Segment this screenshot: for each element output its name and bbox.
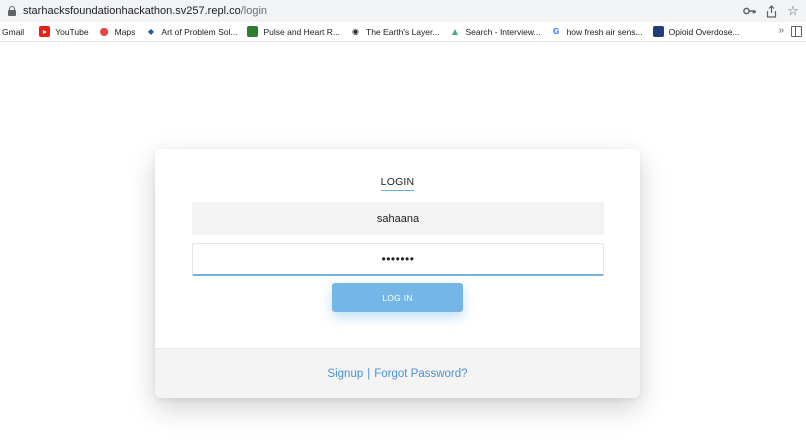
search-site-icon: ▲ <box>451 27 459 36</box>
bookmark-fresh-air[interactable]: Ghow fresh air sens... <box>551 22 648 41</box>
bookmark-earth-layers[interactable]: ◉ The Earth's Layer... <box>350 22 444 41</box>
bookmark-maps[interactable]: ⬤ Maps <box>99 22 141 41</box>
bookmark-label: Art of Problem Sol... <box>161 26 238 37</box>
login-title: LOGIN <box>155 176 640 191</box>
bookmark-search-interview[interactable]: ▲ Search - Interview... <box>449 22 545 41</box>
youtube-icon <box>39 26 51 37</box>
link-separator: | <box>367 367 371 380</box>
bookmark-youtube[interactable]: YouTube <box>39 22 93 41</box>
key-icon[interactable] <box>742 3 756 19</box>
reading-list-icon[interactable] <box>791 26 802 37</box>
page-body: LOGIN LOG IN Signup | Forgot Password? <box>0 43 806 440</box>
aops-icon: ◆ <box>147 27 154 36</box>
bookmark-label: The Earth's Layer... <box>366 26 440 37</box>
pulse-icon <box>247 26 259 37</box>
bookmark-label: Maps <box>114 26 136 37</box>
google-icon: G <box>552 27 560 36</box>
bookmark-aops[interactable]: ◆ Art of Problem Sol... <box>145 22 242 41</box>
lock-icon[interactable] <box>8 6 16 16</box>
password-input[interactable] <box>192 243 604 276</box>
opioid-icon <box>652 26 664 37</box>
forgot-password-link[interactable]: Forgot Password? <box>374 368 467 380</box>
share-icon[interactable] <box>764 3 778 19</box>
address-bar[interactable]: starhacksfoundationhackathon.sv257.repl.… <box>0 0 806 22</box>
globe-icon: ◉ <box>352 27 359 36</box>
bookmark-gmail[interactable]: Gmail <box>2 22 29 41</box>
bookmarks-bar: Gmail YouTube ⬤ Maps ◆ Art of Problem Sol.… <box>0 22 806 42</box>
bookmark-label: Gmail <box>2 26 25 37</box>
card-footer: Signup | Forgot Password? <box>155 348 640 398</box>
bookmark-pulse[interactable]: Pulse and Heart R... <box>247 22 345 41</box>
login-card: LOGIN LOG IN Signup | Forgot Password? <box>155 149 640 398</box>
login-button[interactable]: LOG IN <box>332 283 463 312</box>
bookmark-label: YouTube <box>55 26 89 37</box>
bookmark-label: how fresh air sens... <box>566 26 643 37</box>
signup-link[interactable]: Signup <box>327 368 363 380</box>
bookmark-label: Opioid Overdose... <box>668 26 740 37</box>
bookmark-opioid[interactable]: Opioid Overdose... <box>652 22 745 41</box>
bookmark-label: Search - Interview... <box>465 26 541 37</box>
more-bookmarks-chevron-icon[interactable]: » <box>778 25 784 36</box>
bookmark-label: Pulse and Heart R... <box>263 26 341 37</box>
bookmark-star-icon[interactable]: ☆ <box>786 3 800 19</box>
address-bar-actions: ☆ <box>742 3 800 19</box>
username-input[interactable] <box>192 202 604 235</box>
maps-icon: ⬤ <box>99 27 109 36</box>
url-text[interactable]: starhacksfoundationhackathon.sv257.repl.… <box>23 4 267 18</box>
